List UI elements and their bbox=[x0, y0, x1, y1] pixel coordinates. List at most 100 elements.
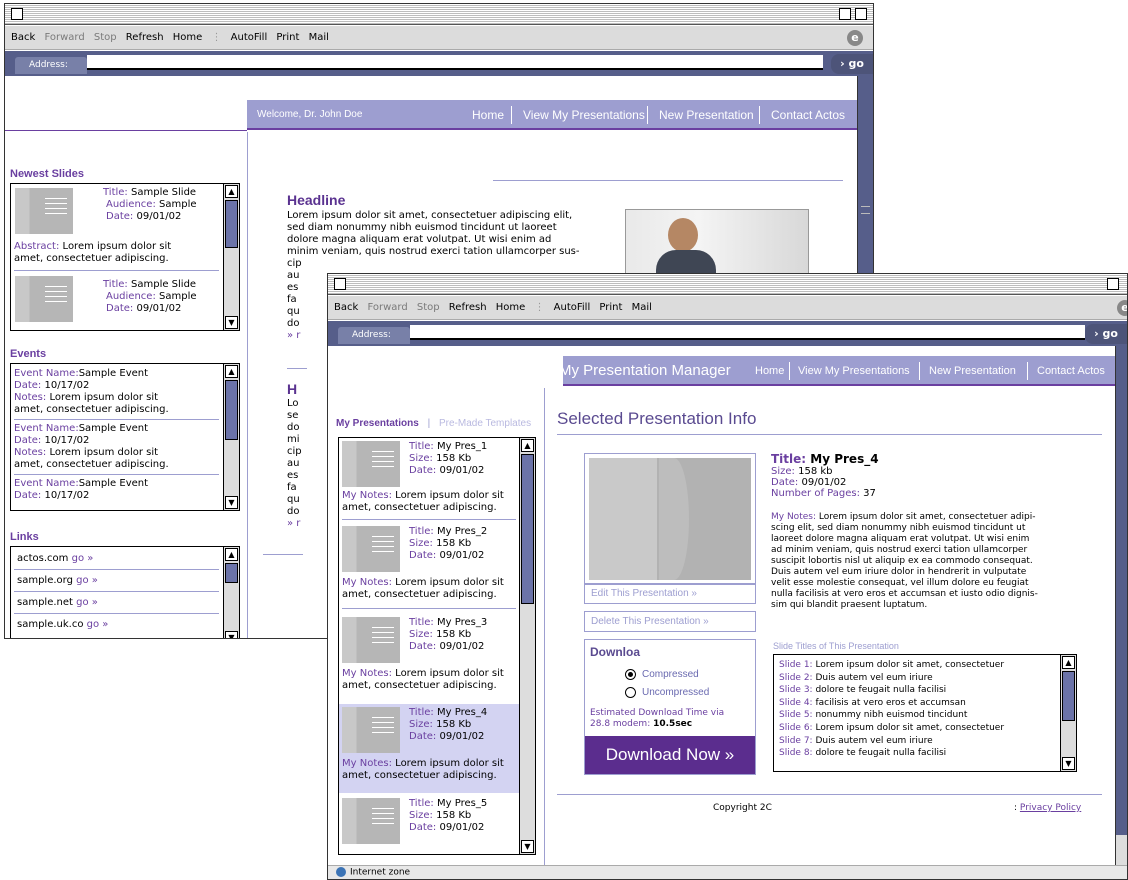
nav-view-presentations[interactable]: View My Presentations bbox=[798, 356, 910, 386]
mail-button[interactable]: Mail bbox=[309, 32, 329, 43]
nav-view-presentations[interactable]: View My Presentations bbox=[523, 100, 645, 130]
scrollbar[interactable]: ▲ ▼ bbox=[223, 547, 239, 638]
forward-button[interactable]: Forward bbox=[44, 32, 84, 43]
slide-thumbnail[interactable] bbox=[15, 276, 73, 322]
slide-title-row[interactable]: Slide 2: Duis autem vel eum iriure bbox=[779, 672, 1004, 685]
title-bar[interactable] bbox=[5, 4, 873, 25]
forward-button[interactable]: Forward bbox=[367, 302, 407, 313]
links-list[interactable]: actos.com go » sample.org go » sample.ne… bbox=[10, 546, 240, 638]
go-button[interactable]: › go bbox=[1085, 324, 1127, 344]
zoom-box-icon[interactable] bbox=[1107, 278, 1119, 290]
radio-icon[interactable] bbox=[625, 687, 636, 698]
slide-title-row[interactable]: Slide 3: dolore te feugait nulla facilis… bbox=[779, 684, 1004, 697]
nav-home[interactable]: Home bbox=[472, 100, 504, 130]
scroll-up-icon[interactable]: ▲ bbox=[225, 185, 238, 198]
scroll-up-icon[interactable]: ▲ bbox=[521, 439, 534, 452]
scroll-up-icon[interactable]: ▲ bbox=[1062, 656, 1075, 669]
slide-title-row[interactable]: Slide 4: facilisis at vero eros et accum… bbox=[779, 697, 1004, 710]
nav-new-presentation[interactable]: New Presentation bbox=[659, 100, 754, 130]
window-scrollbar[interactable] bbox=[1115, 346, 1127, 865]
nav-contact[interactable]: Contact Actos bbox=[1037, 356, 1105, 386]
scroll-up-icon[interactable]: ▲ bbox=[225, 548, 238, 561]
scrollbar[interactable]: ▲ ▼ bbox=[223, 184, 239, 330]
link-site[interactable]: sample.net bbox=[17, 597, 73, 608]
slide-title-row[interactable]: Slide 7: Duis autem vel eum iriure bbox=[779, 735, 1004, 748]
delete-presentation-button[interactable]: Delete This Presentation » bbox=[584, 611, 756, 632]
scroll-down-icon[interactable]: ▼ bbox=[1062, 757, 1075, 770]
event-item[interactable]: Event Name:Sample Event Date: 10/17/02 bbox=[14, 478, 148, 502]
home-button[interactable]: Home bbox=[173, 32, 203, 43]
home-button[interactable]: Home bbox=[496, 302, 526, 313]
presentation-item[interactable]: Title: My Pres_1 Size: 158 Kb Date: 09/0… bbox=[339, 438, 519, 523]
link-item[interactable]: sample.net go » bbox=[17, 597, 98, 609]
print-button[interactable]: Print bbox=[599, 302, 622, 313]
read-more-link[interactable]: » r bbox=[287, 518, 302, 530]
presentation-item-selected[interactable]: Title: My Pres_4 Size: 158 Kb Date: 09/0… bbox=[339, 704, 519, 793]
presentations-list[interactable]: Title: My Pres_1 Size: 158 Kb Date: 09/0… bbox=[338, 437, 536, 855]
link-item[interactable]: sample.org go » bbox=[17, 575, 98, 587]
link-site[interactable]: sample.uk.co bbox=[17, 619, 83, 630]
title-bar[interactable] bbox=[328, 274, 1127, 295]
print-button[interactable]: Print bbox=[276, 32, 299, 43]
uncompressed-option[interactable]: Uncompressed bbox=[625, 687, 709, 698]
link-go[interactable]: go » bbox=[72, 553, 94, 564]
radio-selected-icon[interactable] bbox=[625, 669, 636, 680]
link-go[interactable]: go » bbox=[76, 597, 98, 608]
close-box-icon[interactable] bbox=[334, 278, 346, 290]
stop-button[interactable]: Stop bbox=[417, 302, 440, 313]
close-box-icon[interactable] bbox=[11, 8, 23, 20]
slide-title-row[interactable]: Slide 1: Lorem ipsum dolor sit amet, con… bbox=[779, 659, 1004, 672]
mail-button[interactable]: Mail bbox=[632, 302, 652, 313]
link-site[interactable]: actos.com bbox=[17, 553, 68, 564]
scrollbar[interactable]: ▲ ▼ bbox=[1060, 655, 1076, 771]
scroll-up-icon[interactable]: ▲ bbox=[225, 365, 238, 378]
presentation-item[interactable]: Title: My Pres_5 Size: 158 Kb Date: 09/0… bbox=[339, 795, 519, 854]
tab-my-presentations[interactable]: My Presentations bbox=[336, 418, 419, 429]
slide-title-row[interactable]: Slide 5: nonummy nibh euismod tincidunt bbox=[779, 709, 1004, 722]
autofill-button[interactable]: AutoFill bbox=[554, 302, 591, 313]
scroll-down-icon[interactable]: ▼ bbox=[225, 631, 238, 638]
collapse-box-icon[interactable] bbox=[855, 8, 867, 20]
link-item[interactable]: sample.uk.co go » bbox=[17, 619, 108, 631]
slide-titles-list[interactable]: Slide 1: Lorem ipsum dolor sit amet, con… bbox=[773, 654, 1077, 772]
presentation-item[interactable]: Title: My Pres_2 Size: 158 Kb Date: 09/0… bbox=[339, 523, 519, 612]
nav-home[interactable]: Home bbox=[755, 356, 784, 386]
event-item[interactable]: Event Name:Sample Event Date: 10/17/02 N… bbox=[14, 368, 169, 416]
nav-new-presentation[interactable]: New Presentation bbox=[929, 356, 1016, 386]
scroll-thumb[interactable] bbox=[225, 200, 238, 248]
address-input[interactable] bbox=[410, 325, 1085, 340]
link-go[interactable]: go » bbox=[87, 619, 109, 630]
scroll-thumb[interactable] bbox=[225, 563, 238, 583]
scrollbar[interactable]: ▲ ▼ bbox=[519, 438, 535, 854]
browser-window-front[interactable]: Back Forward Stop Refresh Home ⋮ AutoFil… bbox=[327, 273, 1128, 880]
refresh-button[interactable]: Refresh bbox=[449, 302, 487, 313]
back-button[interactable]: Back bbox=[11, 32, 35, 43]
link-site[interactable]: sample.org bbox=[17, 575, 73, 586]
link-go[interactable]: go » bbox=[76, 575, 98, 586]
refresh-button[interactable]: Refresh bbox=[126, 32, 164, 43]
go-button[interactable]: › go bbox=[831, 54, 873, 74]
scroll-down-icon[interactable]: ▼ bbox=[225, 316, 238, 329]
link-item[interactable]: actos.com go » bbox=[17, 553, 93, 565]
compressed-option[interactable]: Compressed bbox=[625, 669, 699, 680]
slide-title-row[interactable]: Slide 6: Lorem ipsum dolor sit amet, con… bbox=[779, 722, 1004, 735]
tab-premade-templates[interactable]: Pre-Made Templates bbox=[439, 418, 531, 429]
scroll-thumb[interactable] bbox=[521, 454, 534, 604]
scroll-grip-icon[interactable] bbox=[861, 206, 870, 214]
autofill-button[interactable]: AutoFill bbox=[231, 32, 268, 43]
scroll-thumb[interactable] bbox=[1062, 671, 1075, 721]
privacy-policy-link[interactable]: Privacy Policy bbox=[1020, 803, 1081, 813]
event-item[interactable]: Event Name:Sample Event Date: 10/17/02 N… bbox=[14, 423, 169, 471]
nav-contact[interactable]: Contact Actos bbox=[771, 100, 845, 130]
scroll-down-icon[interactable]: ▼ bbox=[225, 496, 238, 509]
scroll-arrows-icon[interactable] bbox=[1116, 835, 1127, 865]
back-button[interactable]: Back bbox=[334, 302, 358, 313]
address-input[interactable] bbox=[87, 55, 823, 70]
stop-button[interactable]: Stop bbox=[94, 32, 117, 43]
newest-slides-list[interactable]: Title: Sample Slide Audience: Sample Dat… bbox=[10, 183, 240, 331]
presentation-item[interactable]: Title: My Pres_3 Size: 158 Kb Date: 09/0… bbox=[339, 614, 519, 702]
scroll-down-icon[interactable]: ▼ bbox=[521, 840, 534, 853]
scroll-thumb[interactable] bbox=[225, 380, 238, 440]
slide-title-row[interactable]: Slide 8: dolore te feugait nulla facilis… bbox=[779, 747, 1004, 760]
download-now-button[interactable]: Download Now » bbox=[585, 736, 755, 774]
